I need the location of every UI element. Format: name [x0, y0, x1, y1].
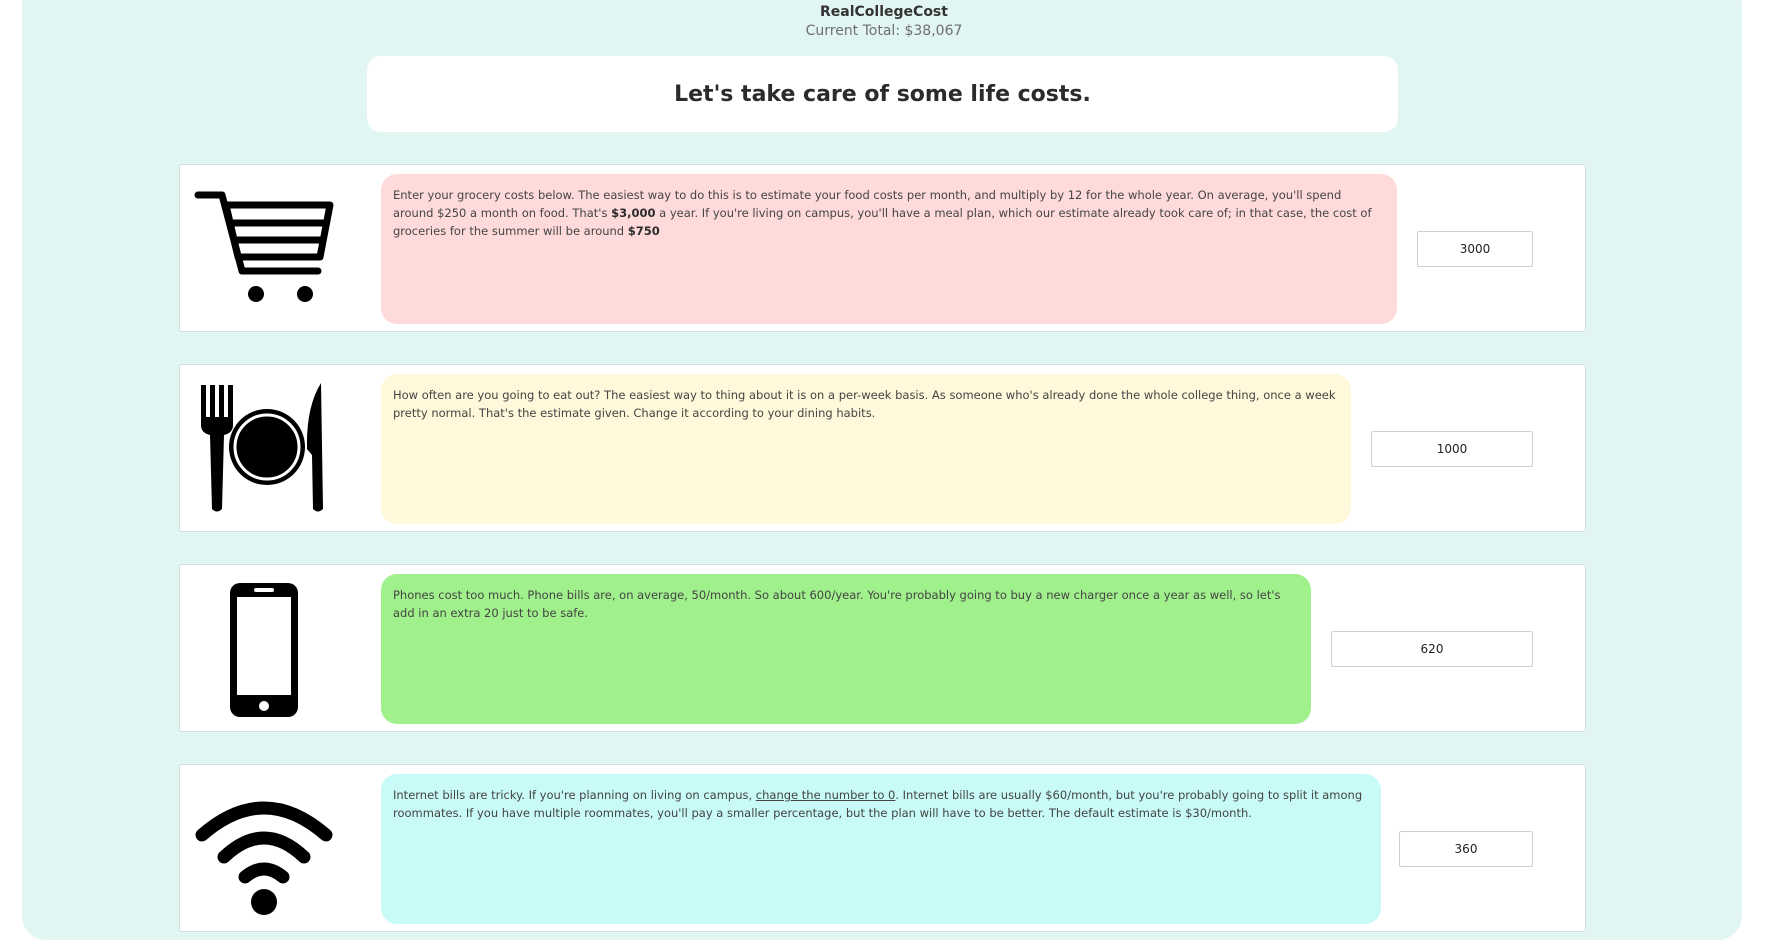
app-title: RealCollegeCost [820, 4, 948, 20]
shopping-cart-icon [194, 179, 334, 319]
internet-description: Internet bills are tricky. If you're pla… [381, 774, 1381, 924]
cost-row-dining: How often are you going to eat out? The … [179, 364, 1586, 532]
dining-text: How often are you going to eat out? The … [393, 388, 1336, 420]
phone-icon [194, 579, 334, 719]
phone-text: Phones cost too much. Phone bills are, o… [393, 588, 1281, 620]
wifi-icon [194, 779, 334, 919]
internet-text-1: Internet bills are tricky. If you're pla… [393, 788, 756, 802]
app-header: RealCollegeCost Current Total: $38,067 [0, 0, 1768, 40]
dining-cost-input[interactable] [1371, 431, 1533, 467]
groceries-summer-amount: $750 [627, 224, 660, 238]
phone-description: Phones cost too much. Phone bills are, o… [381, 574, 1311, 724]
internet-cost-input[interactable] [1399, 831, 1533, 867]
dining-description: How often are you going to eat out? The … [381, 374, 1351, 524]
groceries-description: Enter your grocery costs below. The easi… [381, 174, 1397, 324]
current-total: Current Total: $38,067 [805, 23, 963, 39]
phone-cost-input[interactable] [1331, 631, 1533, 667]
dining-icon [194, 379, 334, 519]
cost-row-groceries: Enter your grocery costs below. The easi… [179, 164, 1586, 332]
groceries-yearly-amount: $3,000 [611, 206, 656, 220]
cost-row-internet: Internet bills are tricky. If you're pla… [179, 764, 1586, 932]
cost-row-phone: Phones cost too much. Phone bills are, o… [179, 564, 1586, 732]
page-heading: Let's take care of some life costs. [674, 81, 1091, 107]
heading-card: Let's take care of some life costs. [367, 56, 1398, 132]
change-to-zero-link[interactable]: change the number to 0 [756, 788, 896, 802]
groceries-cost-input[interactable] [1417, 231, 1533, 267]
